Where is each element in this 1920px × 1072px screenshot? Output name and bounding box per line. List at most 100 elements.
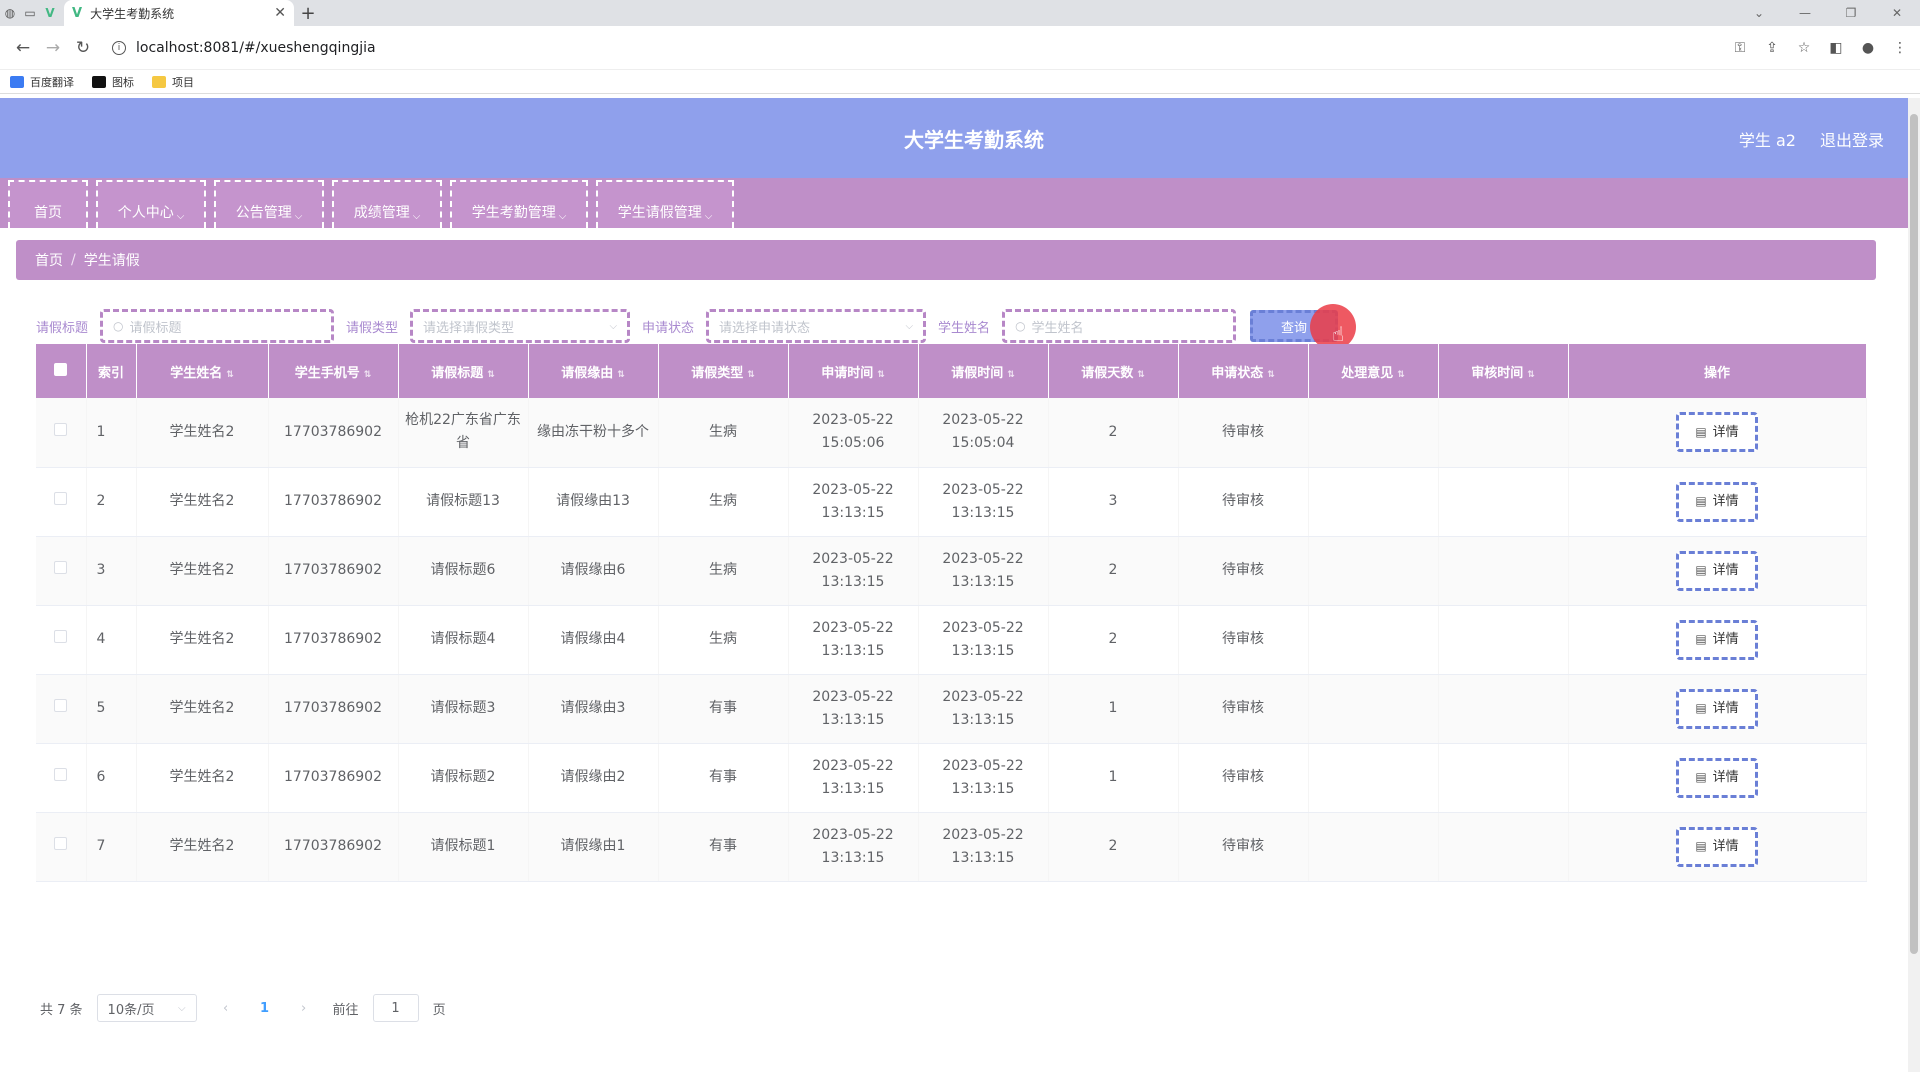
browser-tab-active[interactable]: V 大学生考勤系统 ✕ <box>64 0 294 26</box>
forward-icon[interactable]: → <box>38 33 68 63</box>
col-leave-title[interactable]: 请假标题 ⇅ <box>398 344 529 398</box>
tab-search-icon[interactable]: ⌄ <box>1736 0 1782 26</box>
goto-suffix: 页 <box>432 1002 446 1018</box>
window-close-icon[interactable]: ✕ <box>1874 0 1920 26</box>
sort-icon[interactable]: ⇅ <box>747 370 755 380</box>
col-phone[interactable]: 学生手机号 ⇅ <box>268 344 399 398</box>
app-header: 大学生考勤系统 学生 a2 退出登录 <box>0 98 1908 178</box>
sort-icon[interactable]: ⇅ <box>226 370 234 380</box>
col-apply-time[interactable]: 申请时间 ⇅ <box>788 344 919 398</box>
menu-item-notice[interactable]: 公告管理 ⌵ <box>214 180 324 228</box>
cell-apply-time: 2023-05-22 13:13:15 <box>788 674 919 744</box>
row-checkbox[interactable] <box>36 467 87 537</box>
cell-leave-title: 请假标题3 <box>398 674 529 744</box>
key-icon[interactable]: ⚿ <box>1728 36 1752 60</box>
menu-item-attendance[interactable]: 学生考勤管理 ⌵ <box>450 180 588 228</box>
detail-button[interactable]: ▤ 详情 <box>1676 757 1758 798</box>
page-scrollbar[interactable] <box>1908 98 1920 1072</box>
sort-icon[interactable]: ⇅ <box>1267 370 1275 380</box>
goto-page-input[interactable]: 1 <box>372 994 419 1022</box>
col-index: 索引 <box>86 344 137 398</box>
detail-button[interactable]: ▤ 详情 <box>1676 481 1758 522</box>
col-reason[interactable]: 请假缘由 ⇅ <box>528 344 659 398</box>
cell-status: 待审核 <box>1178 467 1309 537</box>
cell-reason: 请假缘由2 <box>528 743 659 813</box>
page-number-current[interactable]: 1 <box>255 1001 275 1016</box>
site-info-icon[interactable]: i <box>112 40 126 55</box>
row-checkbox[interactable] <box>36 743 87 813</box>
globe-icon[interactable]: ◍ <box>0 0 20 26</box>
detail-button[interactable]: ▤ 详情 <box>1676 688 1758 729</box>
cell-days: 2 <box>1048 812 1179 882</box>
cell-phone: 17703786902 <box>268 674 399 744</box>
sort-icon[interactable]: ⇅ <box>487 370 495 380</box>
chevron-down-icon: ⌵ <box>412 211 421 222</box>
row-checkbox[interactable] <box>36 398 87 468</box>
star-icon[interactable]: ☆ <box>1792 36 1816 60</box>
close-tab-icon[interactable]: ✕ <box>274 5 286 21</box>
filter-title-label: 请假标题 <box>36 320 89 336</box>
cell-status: 待审核 <box>1178 605 1309 675</box>
col-type[interactable]: 请假类型 ⇅ <box>658 344 789 398</box>
leave-title-input[interactable]: ○ 请假标题 <box>100 309 335 343</box>
chevron-down-icon: ⌵ <box>177 1002 186 1014</box>
bookmark-project[interactable]: 项目 <box>152 74 194 90</box>
reload-icon[interactable]: ↻ <box>68 33 98 63</box>
sort-icon[interactable]: ⇅ <box>1137 370 1145 380</box>
sort-icon[interactable]: ⇅ <box>617 370 625 380</box>
bookmark-icons[interactable]: 图标 <box>92 74 134 90</box>
detail-button[interactable]: ▤ 详情 <box>1676 826 1758 867</box>
sort-icon[interactable]: ⇅ <box>877 370 885 380</box>
sort-icon[interactable]: ⇅ <box>364 370 372 380</box>
row-checkbox[interactable] <box>36 536 87 606</box>
url-field[interactable]: i localhost:8081/#/xueshengqingjia <box>104 33 1728 63</box>
next-page-icon[interactable]: › <box>289 1001 319 1016</box>
top-menu: 首页 个人中心 ⌵ 公告管理 ⌵ 成绩管理 ⌵ 学生考勤管理 ⌵ 学生请假管理 ⌵ <box>0 178 1908 228</box>
cell-opinion <box>1308 536 1439 606</box>
breadcrumb-home[interactable]: 首页 <box>35 250 63 270</box>
col-audit-time[interactable]: 审核时间 ⇅ <box>1438 344 1569 398</box>
student-name-input[interactable]: ○ 学生姓名 <box>1002 309 1237 343</box>
menu-item-personal[interactable]: 个人中心 ⌵ <box>96 180 206 228</box>
share-icon[interactable]: ⇪ <box>1760 36 1784 60</box>
col-leave-time[interactable]: 请假时间 ⇅ <box>918 344 1049 398</box>
page-size-select[interactable]: 10条/页 ⌵ <box>96 994 197 1022</box>
scrollbar-thumb[interactable] <box>1910 114 1918 954</box>
col-opinion[interactable]: 处理意见 ⇅ <box>1308 344 1439 398</box>
cell-audit-time <box>1438 467 1569 537</box>
col-status[interactable]: 申请状态 ⇅ <box>1178 344 1309 398</box>
table-row: 2 学生姓名2 17703786902 请假标题13 请假缘由13 生病 2023-05-2… <box>36 467 1867 537</box>
sort-icon[interactable]: ⇅ <box>1527 370 1535 380</box>
leave-type-select[interactable]: 请选择请假类型 ⌵ <box>410 309 631 343</box>
sort-icon[interactable]: ⇅ <box>1397 370 1405 380</box>
restore-icon[interactable]: ❐ <box>1828 0 1874 26</box>
cell-apply-time: 2023-05-22 13:13:15 <box>788 812 919 882</box>
sort-icon[interactable]: ⇅ <box>1007 370 1015 380</box>
cell-leave-time: 2023-05-22 13:13:15 <box>918 467 1049 537</box>
menu-item-grades[interactable]: 成绩管理 ⌵ <box>332 180 442 228</box>
row-checkbox[interactable] <box>36 812 87 882</box>
cell-student-name: 学生姓名2 <box>136 536 269 606</box>
blank-tab-icon[interactable]: ▭ <box>20 0 40 26</box>
minimize-icon[interactable]: — <box>1782 0 1828 26</box>
row-checkbox[interactable] <box>36 674 87 744</box>
detail-button[interactable]: ▤ 详情 <box>1676 412 1758 453</box>
logout-link[interactable]: 退出登录 <box>1820 127 1884 151</box>
select-all-checkbox[interactable] <box>36 344 87 398</box>
more-icon[interactable]: ⋮ <box>1888 36 1912 60</box>
apply-status-select[interactable]: 请选择申请状态 ⌵ <box>706 309 927 343</box>
menu-item-home[interactable]: 首页 <box>8 180 88 228</box>
back-icon[interactable]: ← <box>8 33 38 63</box>
detail-button[interactable]: ▤ 详情 <box>1676 619 1758 660</box>
col-student-name[interactable]: 学生姓名 ⇅ <box>136 344 269 398</box>
profile-icon[interactable]: ● <box>1856 36 1880 60</box>
bookmark-baidu-translate[interactable]: 百度翻译 <box>10 74 74 90</box>
col-days[interactable]: 请假天数 ⇅ <box>1048 344 1179 398</box>
detail-button[interactable]: ▤ 详情 <box>1676 550 1758 591</box>
prev-page-icon[interactable]: ‹ <box>211 1001 241 1016</box>
menu-item-leave[interactable]: 学生请假管理 ⌵ <box>596 180 734 228</box>
new-tab-icon[interactable]: + <box>294 0 322 26</box>
vue-tab-icon[interactable]: V <box>40 0 60 26</box>
sidebar-icon[interactable]: ◧ <box>1824 36 1848 60</box>
row-checkbox[interactable] <box>36 605 87 675</box>
